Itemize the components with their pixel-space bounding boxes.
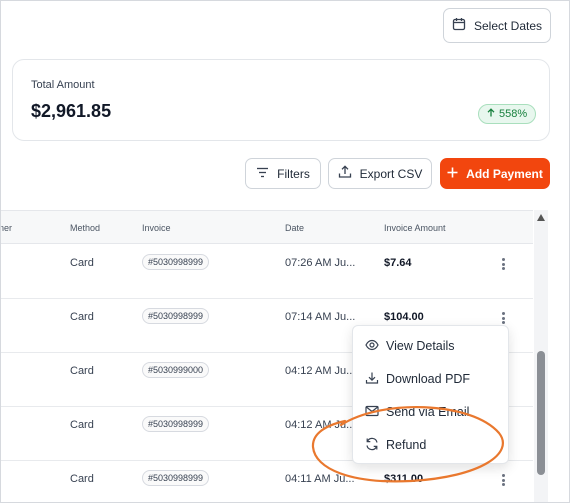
payments-panel: Select Dates Total Amount $2,961.85 558%… [0,0,570,503]
menu-item-label: View Details [386,339,455,353]
row-invoice-badge[interactable]: #5030998999 [142,308,210,324]
export-csv-button[interactable]: Export CSV [328,158,432,189]
select-dates-label: Select Dates [473,18,543,33]
scroll-up-arrow-icon[interactable] [537,214,545,221]
plus-icon [447,167,458,181]
menu-item-download-pdf[interactable]: Download PDF [365,368,470,390]
row-actions-menu: View Details Download PDF Send via Email… [352,325,509,464]
refresh-icon [365,437,379,454]
row-method: Card [70,473,94,485]
total-amount-label: Total Amount [31,79,95,91]
row-menu-icon[interactable] [496,471,510,489]
menu-item-label: Send via Email [386,405,470,419]
row-method: Card [70,257,94,269]
row-amount: $104.00 [384,311,424,323]
calendar-icon [452,17,466,34]
add-payment-label: Add Payment [466,166,543,181]
filter-icon [256,167,269,181]
change-value: 558% [499,108,528,120]
total-amount-value: $2,961.85 [31,101,112,121]
total-amount-card: Total Amount $2,961.85 558% [12,59,550,141]
menu-item-refund[interactable]: Refund [365,434,426,456]
download-icon [365,371,379,388]
column-method[interactable]: Method [70,223,100,233]
row-invoice-badge[interactable]: #5030999000 [142,362,210,378]
column-date[interactable]: Date [285,223,304,233]
table-row[interactable]: Card #5030998999 04:11 AM Ju... $311.00 [1,461,533,502]
change-badge: 558% [478,104,537,124]
add-payment-button[interactable]: Add Payment [440,158,550,189]
select-dates-button[interactable]: Select Dates [443,8,551,43]
filters-label: Filters [277,166,310,181]
row-amount: $311.00 [384,473,424,485]
eye-icon [365,339,379,354]
column-customer[interactable]: ner [1,223,12,233]
row-method: Card [70,365,94,377]
row-date: 07:14 AM Ju... [285,311,356,323]
row-amount: $7.64 [384,257,412,269]
row-invoice-badge[interactable]: #5030998999 [142,254,210,270]
mail-icon [365,405,379,420]
menu-item-send-via-email[interactable]: Send via Email [365,401,469,423]
column-invoice[interactable]: Invoice [142,223,171,233]
export-csv-label: Export CSV [359,166,423,181]
menu-item-view-details[interactable]: View Details [365,335,455,357]
table-header: ner Method Invoice Date Invoice Amount [1,210,533,244]
filters-button[interactable]: Filters [245,158,321,189]
menu-item-label: Refund [386,438,427,452]
arrow-up-icon [487,108,495,120]
row-method: Card [70,311,94,323]
menu-item-label: Download PDF [386,372,471,386]
row-date: 04:11 AM Ju... [285,473,355,485]
row-date: 07:26 AM Ju... [285,257,356,269]
row-date: 04:12 AM Ju... [285,365,356,377]
table-row[interactable]: Card #5030998999 07:26 AM Ju... $7.64 [1,245,533,299]
row-method: Card [70,419,94,431]
upload-icon [338,165,352,182]
row-date: 04:12 AM Ju... [285,419,356,431]
scrollbar-thumb[interactable] [537,351,545,475]
row-invoice-badge[interactable]: #5030998999 [142,416,210,432]
column-invoice-amount[interactable]: Invoice Amount [384,223,446,233]
row-invoice-badge[interactable]: #5030998999 [142,470,210,486]
row-menu-icon[interactable] [496,255,510,273]
